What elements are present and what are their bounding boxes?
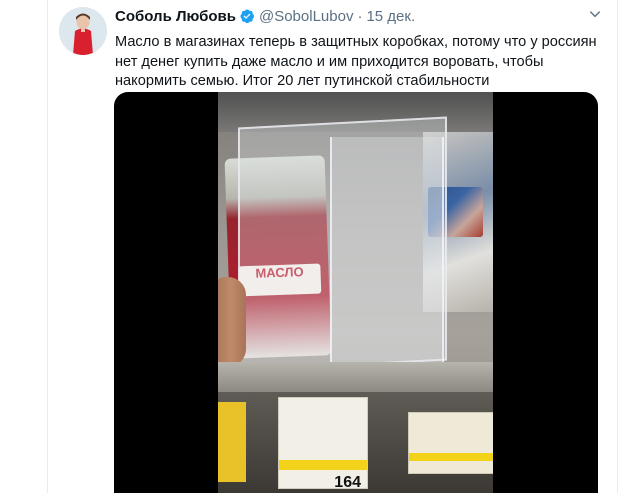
author-name[interactable]: Соболь Любовь: [115, 8, 236, 25]
verified-badge-icon: [239, 8, 255, 28]
price-tag: 164: [278, 397, 368, 491]
avatar-image: [59, 7, 107, 55]
tweet-date[interactable]: 15 дек.: [366, 8, 415, 25]
protective-box-front: [330, 137, 444, 367]
price-value: 164: [334, 474, 361, 491]
price-tag-right-stripe: [409, 453, 493, 461]
timeline-right-border: [617, 0, 618, 493]
video-frame: МАСЛО 164: [218, 92, 493, 493]
finger: [218, 277, 246, 367]
chevron-down-icon[interactable]: [588, 7, 602, 24]
tweet-header: Соболь Любовь @SobolLubov · 15 дек.: [115, 8, 595, 28]
timeline-left-border: [47, 0, 48, 493]
tweet-text: Масло в магазинах теперь в защитных коро…: [115, 34, 597, 89]
shelf-edge: [218, 362, 493, 392]
price-tag-stripe: [279, 460, 367, 470]
tweet-video[interactable]: МАСЛО 164: [114, 92, 598, 493]
avatar[interactable]: [59, 7, 107, 55]
separator-dot: ·: [357, 8, 363, 25]
price-tag-left: [218, 402, 246, 482]
author-handle[interactable]: @SobolLubov: [259, 8, 353, 25]
price-tag-right: [408, 412, 493, 474]
